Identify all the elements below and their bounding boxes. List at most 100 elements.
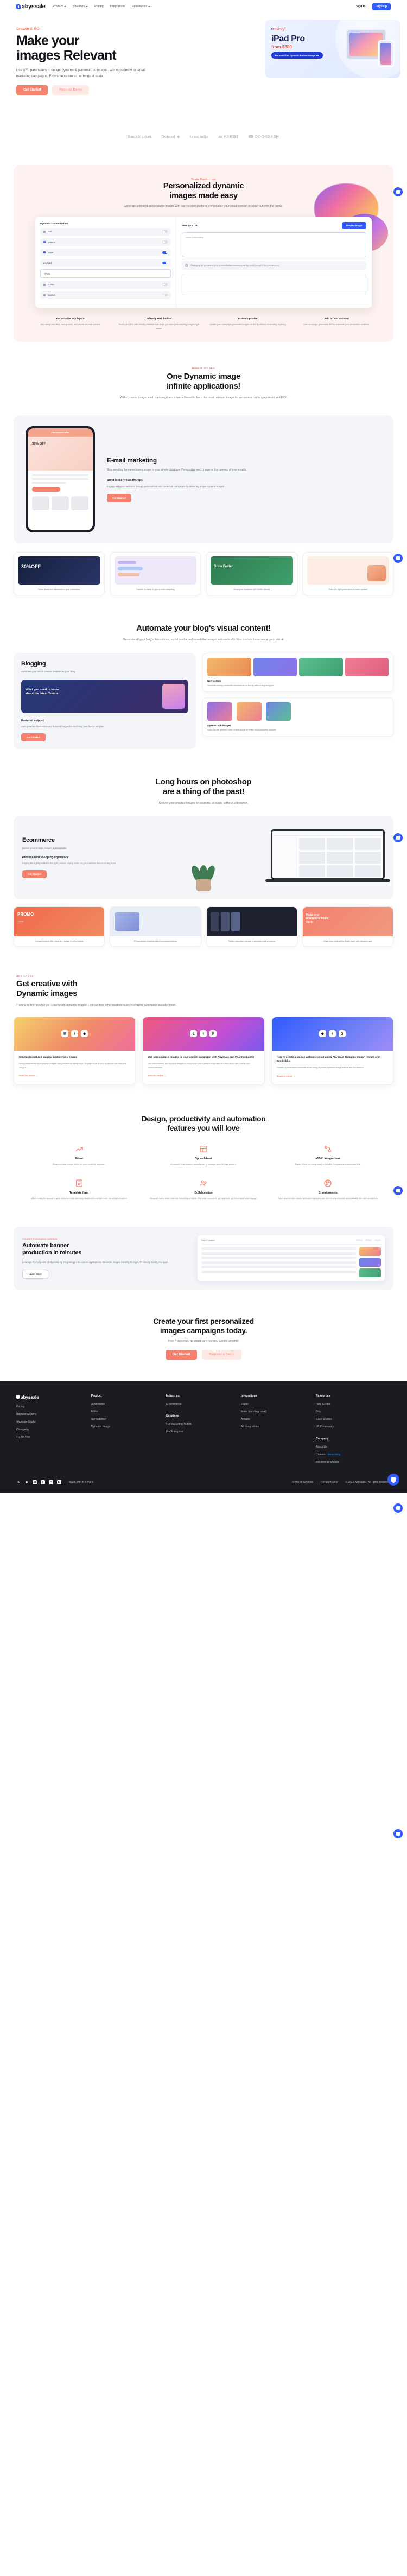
- toggle-row[interactable]: root: [40, 227, 171, 236]
- blog-preview-thumb: [162, 683, 185, 709]
- blog-tile[interactable]: Open Graph images Auto-size the perfect …: [202, 697, 393, 737]
- footer-link-careers[interactable]: Careers: [316, 1453, 326, 1456]
- promo-card[interactable]: Personalized email product recommendatio…: [110, 906, 201, 947]
- thumb: [359, 1247, 381, 1257]
- toggle-switch[interactable]: [162, 251, 168, 254]
- footer-link-help-center[interactable]: Help Center: [316, 1403, 391, 1406]
- footer-link-spreadsheet[interactable]: Spreadsheet: [91, 1418, 166, 1421]
- request-demo-button[interactable]: Request Demo: [52, 85, 90, 95]
- ecommerce-cta-button[interactable]: Get Started: [22, 870, 47, 879]
- privacy-link[interactable]: Privacy Policy: [321, 1481, 338, 1484]
- footer-link-pricing[interactable]: Pricing: [16, 1405, 91, 1408]
- footer-link-studio[interactable]: Abyssale Studio: [16, 1420, 91, 1424]
- blog-tile[interactable]: Newsletters Generate weekly newsletter i…: [202, 652, 393, 693]
- toggle-switch[interactable]: [162, 261, 168, 264]
- footer-link-editor[interactable]: Editor: [91, 1410, 166, 1413]
- panel-tabs[interactable]: [356, 1239, 381, 1242]
- chat-bubble-floating[interactable]: [393, 554, 403, 563]
- url-textarea[interactable]: name:%7B%7Bfirst: [182, 232, 366, 257]
- article-card[interactable]: ◆ + S How to create a unique welcome ema…: [271, 1016, 393, 1085]
- email-cta-button[interactable]: Get Started: [107, 493, 131, 502]
- footer-link-dynamic-image[interactable]: Dynamic Image: [91, 1425, 166, 1429]
- promo-button[interactable]: Personalized Dynamic Banner Image API: [271, 52, 323, 59]
- mini-card[interactable]: 30%OFF Show deals and discounts to your …: [14, 551, 105, 596]
- footer-link-try-free[interactable]: Try for Free: [16, 1436, 91, 1439]
- toggle-row-label: name: [43, 251, 53, 254]
- instagram-icon[interactable]: ◻: [49, 1480, 53, 1484]
- mini-card[interactable]: Send the right promotions to each contac…: [302, 551, 393, 596]
- footer-link-blog[interactable]: Blog: [316, 1410, 391, 1413]
- footer-link-make[interactable]: Make (ex Integromat): [241, 1410, 316, 1413]
- facebook-icon[interactable]: f: [41, 1480, 45, 1484]
- phone-cta-button[interactable]: [32, 486, 60, 492]
- footer-link-about-us[interactable]: About Us: [316, 1445, 391, 1449]
- learn-more-button[interactable]: Learn More: [22, 1270, 48, 1279]
- article-card[interactable]: ✉ + ◆ Send personalized images in Mailch…: [14, 1016, 136, 1085]
- brand-logo[interactable]: abyssale: [16, 3, 46, 10]
- article-card[interactable]: L + P Use personalized images in your Le…: [142, 1016, 265, 1085]
- footer-link-fb-community[interactable]: FB Community: [316, 1425, 391, 1429]
- promo-card[interactable]: Twitter campaign visuals to promote your…: [206, 906, 297, 947]
- footer-link-automation[interactable]: Automation: [91, 1403, 166, 1406]
- toggle-row[interactable]: pattern: [40, 238, 171, 246]
- final-request-demo-button[interactable]: Request a Demo: [202, 1349, 242, 1360]
- final-cta-title: Create your first personalized images ca…: [0, 1317, 407, 1335]
- nav-item-integrations[interactable]: Integrations: [110, 5, 125, 8]
- chat-bubble-floating[interactable]: [393, 833, 403, 842]
- footer-link-marketing-teams[interactable]: For Marketing Teams: [166, 1423, 241, 1426]
- footer-brand[interactable]: abyssale: [16, 1394, 91, 1400]
- product-hunt-icon[interactable]: ◉: [24, 1480, 29, 1484]
- chat-bubble-floating[interactable]: [393, 1503, 403, 1513]
- chat-bubble-floating[interactable]: [393, 1829, 403, 1838]
- linkedin-icon[interactable]: in: [33, 1480, 37, 1484]
- footer-link-request-demo[interactable]: Request a Demo: [16, 1413, 91, 1416]
- mini-card[interactable]: Convert to sales in your e-mail marketin…: [110, 551, 201, 596]
- mini-card[interactable]: Grow Faster Grow your audience with bett…: [206, 551, 297, 596]
- toggle-row[interactable]: name: [40, 249, 171, 257]
- sign-in-button[interactable]: Sign In: [353, 3, 368, 10]
- nav-item-solutions[interactable]: Solutions: [73, 5, 88, 8]
- toggle-row[interactable]: button: [40, 281, 171, 289]
- toggle-row[interactable]: subtext: [40, 291, 171, 299]
- preview-image-button[interactable]: Preview Image: [341, 221, 366, 229]
- article-link[interactable]: Read the article →: [19, 1074, 37, 1077]
- article-link[interactable]: Read the article →: [277, 1075, 295, 1077]
- get-started-button[interactable]: Get Started: [16, 85, 48, 95]
- pattern-icon: [43, 241, 46, 244]
- footer-link-airtable[interactable]: Airtable: [241, 1418, 316, 1421]
- sign-up-button[interactable]: Sign Up: [372, 3, 391, 10]
- promo-card[interactable]: PROMO -C$50 Update product title, price …: [14, 906, 105, 947]
- toggle-row[interactable]: payload: [40, 259, 171, 267]
- footer-link-changelog[interactable]: Changelog: [16, 1428, 91, 1431]
- article-link[interactable]: Read the article →: [148, 1074, 166, 1077]
- promo-image: PROMO -C$50: [14, 906, 105, 936]
- chat-widget-button[interactable]: [387, 1473, 399, 1486]
- footer-link-careers-row[interactable]: Careers We're hiring: [316, 1453, 391, 1456]
- footer-link-ecommerce[interactable]: E-commerce: [166, 1403, 241, 1406]
- nav-item-pricing[interactable]: Pricing: [94, 5, 104, 8]
- youtube-icon[interactable]: ▶: [57, 1480, 61, 1484]
- mini-card-label: 30%OFF: [21, 563, 41, 569]
- twitter-icon[interactable]: 𝕏: [16, 1480, 21, 1484]
- payload-input[interactable]: {{First: [40, 269, 171, 278]
- chat-bubble-floating[interactable]: [393, 1186, 403, 1195]
- row: [201, 1261, 356, 1264]
- nav-item-ressources[interactable]: Ressources: [132, 5, 151, 8]
- promo-caption: Twitter campaign visuals to promote your…: [228, 939, 275, 942]
- blog-cta-button[interactable]: Get Started: [21, 733, 46, 741]
- final-get-started-button[interactable]: Get Started: [165, 1349, 198, 1360]
- nav-item-product[interactable]: Product: [53, 5, 66, 8]
- footer-link-case-studies[interactable]: Case Studies: [316, 1418, 391, 1421]
- footer-link-all-integrations[interactable]: All Integrations: [241, 1425, 316, 1429]
- article-body: How to create a unique welcome email usi…: [272, 1051, 393, 1084]
- footer-link-zapier[interactable]: Zapier: [241, 1403, 316, 1406]
- footer-link-enterprise[interactable]: For Enterprise: [166, 1430, 241, 1433]
- terms-link[interactable]: Terms of Services: [291, 1481, 313, 1484]
- chat-bubble-floating[interactable]: [393, 187, 403, 196]
- toggle-switch[interactable]: [162, 294, 168, 297]
- toggle-switch[interactable]: [162, 230, 168, 233]
- promo-card[interactable]: Make your retargeting finally work! Make…: [302, 906, 393, 947]
- footer-link-affiliate[interactable]: Become an affiliate: [316, 1461, 391, 1464]
- toggle-switch[interactable]: [162, 240, 168, 244]
- toggle-switch[interactable]: [162, 283, 168, 287]
